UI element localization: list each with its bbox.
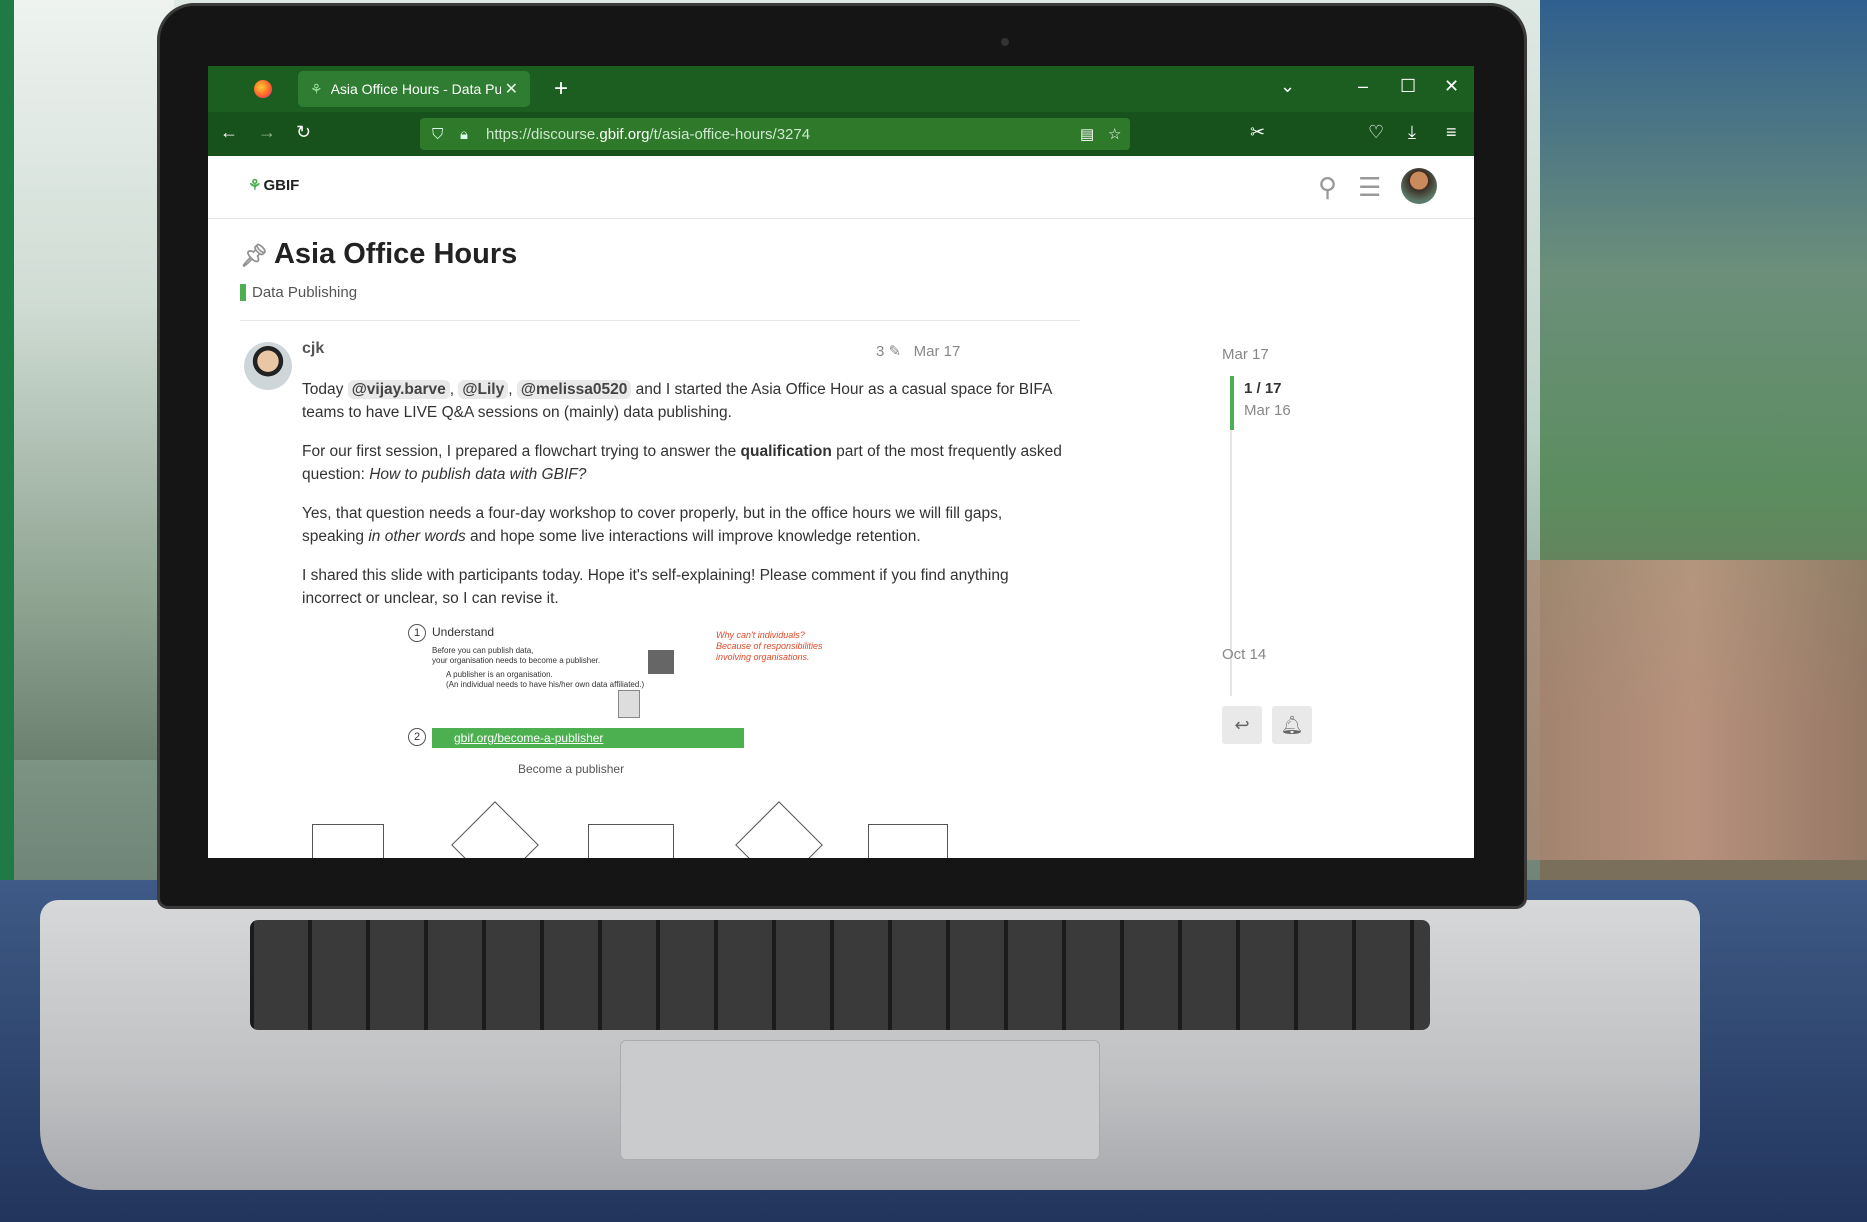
flow-decision [451,801,539,858]
flowchart-image[interactable]: 1 Understand Before you can publish data,… [312,624,948,858]
download-icon[interactable]: ⤓ [1408,122,1416,143]
topic-title[interactable]: 📌︎ Asia Office Hours [240,238,517,271]
timeline-position: 1 / 17 [1244,380,1282,397]
address-bar[interactable]: ⛉ 🔒︎ https://discourse.gbif.org/t/asia-o… [420,118,1130,150]
become-publisher-title: Become a publisher [518,762,625,776]
paragraph-1: Today @vijay.barve, @Lily, @melissa0520 … [302,380,1052,421]
back-icon[interactable]: ← [220,122,238,143]
timeline-end-date[interactable]: Oct 14 [1222,646,1266,663]
pencil-icon[interactable]: ✎ [889,343,902,360]
shield-icon[interactable]: ⛉ [432,126,443,143]
post-body: Today @vijay.barve, @Lily, @melissa0520 … [302,378,1062,626]
minimize-button[interactable]: – [1358,76,1368,97]
paragraph-3: Yes, that question needs a four-day work… [302,505,1003,545]
screenshot-icon[interactable]: ✂ [1250,122,1265,143]
site-header: ⚘ GBIF ⚲ ☰ [208,156,1474,219]
close-window-button[interactable]: ✕ [1444,76,1459,97]
menu-icon[interactable]: ≡ [1446,122,1457,143]
reply-button[interactable]: ↩ [1222,706,1262,744]
maximize-button[interactable]: ☐ [1400,76,1416,97]
post-date[interactable]: Mar 17 [914,343,961,360]
handwritten-note: Why can't individuals? Because of respon… [716,630,823,662]
bookmark-star-icon[interactable]: ☆ [1108,125,1121,143]
flow-decision [735,801,823,858]
flow-box [588,824,674,858]
step-1-title: 1 Understand [408,624,494,642]
flow-box [312,824,384,858]
timeline-handle[interactable] [1230,376,1234,430]
gbif-favicon-icon: ⚘ [310,80,323,97]
site-logo[interactable]: ⚘ GBIF [248,176,299,194]
mention-link[interactable]: @Lily [458,380,509,399]
search-icon[interactable]: ⚲ [1318,172,1337,203]
user-avatar[interactable] [1401,168,1437,204]
laptop-screen: ⚘ Asia Office Hours - Data Publish ✕ + ⌄… [208,66,1474,858]
pocket-icon[interactable]: ♡ [1368,122,1384,143]
step-2-number: 2 [408,728,432,746]
step-2-url-bar: gbif.org/become-a-publisher [432,728,744,748]
timeline-position-date: Mar 16 [1244,402,1291,419]
webcam [1001,38,1009,46]
new-tab-button[interactable]: + [554,75,568,103]
notification-button[interactable]: 🔔︎ [1272,706,1312,744]
edit-count[interactable]: 3 [876,343,884,360]
mention-link[interactable]: @vijay.barve [347,380,450,399]
pin-icon: 📌︎ [240,243,268,268]
reply-icon: ↩ [1234,714,1250,735]
hamburger-menu-icon[interactable]: ☰ [1358,172,1381,203]
background-left [14,0,174,760]
laptop-trackpad [620,1040,1100,1160]
forward-icon[interactable]: → [258,122,276,143]
step-1-text: Before you can publish data, your organi… [432,646,645,689]
timeline-start-date[interactable]: Mar 17 [1222,346,1269,363]
author-avatar[interactable] [244,342,292,390]
reader-view-icon[interactable]: ▤ [1080,125,1094,143]
building-icon [648,650,674,674]
close-tab-icon[interactable]: ✕ [505,79,518,99]
background-right-lower [1520,560,1867,860]
topic-timeline: Mar 17 1 / 17 Mar 16 Oct 14 ↩ 🔔︎ [1222,346,1422,826]
bell-icon: 🔔︎ [1280,714,1304,735]
browser-tab[interactable]: ⚘ Asia Office Hours - Data Publish ✕ [298,71,530,107]
tab-title: Asia Office Hours - Data Publish [330,81,501,97]
lock-icon[interactable]: 🔒︎ [460,126,468,143]
flow-box [868,824,948,858]
mention-link[interactable]: @melissa0520 [516,380,632,399]
url-text: https://discourse.gbif.org/t/asia-office… [486,125,811,143]
gbif-leaf-icon: ⚘ [248,177,262,194]
category-badge[interactable]: Data Publishing [240,284,357,301]
firefox-icon[interactable] [254,80,272,98]
paragraph-4: I shared this slide with participants to… [302,567,1009,607]
post-meta: 3 ✎ Mar 17 [876,342,960,360]
paragraph-2: For our first session, I prepared a flow… [302,443,1062,483]
title-divider [240,320,1080,321]
laptop-keyboard [250,920,1430,1030]
list-tabs-chevron-icon[interactable]: ⌄ [1280,76,1295,97]
browser-tab-bar: ⚘ Asia Office Hours - Data Publish ✕ + ⌄… [208,66,1474,112]
document-icon [618,690,640,718]
reload-icon[interactable]: ↻ [296,122,311,143]
post-username[interactable]: cjk [302,340,324,358]
